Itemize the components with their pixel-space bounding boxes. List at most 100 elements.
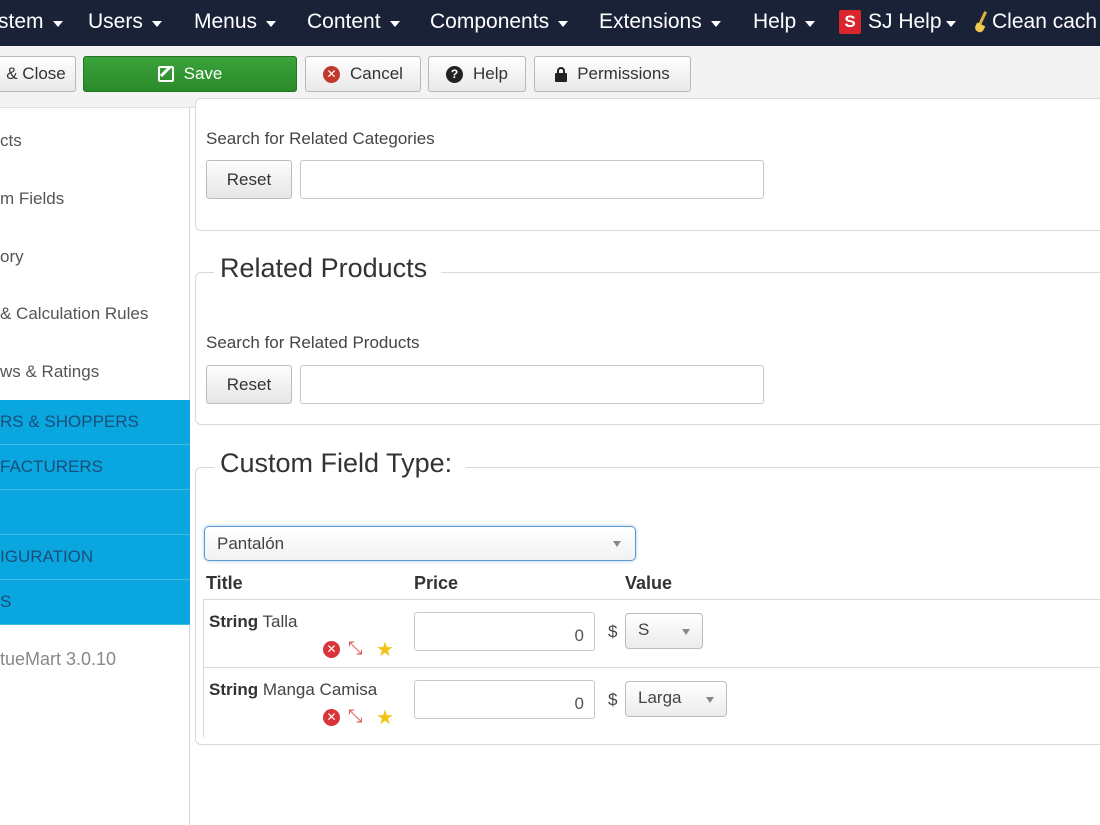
menu-components[interactable]: Components [430, 10, 569, 34]
menu-help-label: Help [753, 10, 797, 33]
table-row-title: String Manga Camisa [209, 680, 377, 700]
drag-handle-icon[interactable] [348, 706, 368, 727]
chevron-down-icon [710, 20, 721, 27]
custom-field-type-select[interactable]: Pantalón [204, 526, 636, 561]
column-header-title: Title [206, 573, 243, 593]
menu-sj-help-label: SJ Help [868, 10, 942, 33]
related-categories-label: Search for Related Categories [206, 129, 435, 148]
menu-users[interactable]: Users [88, 10, 162, 34]
sidebar-section-label: RS & SHOPPERS [0, 412, 139, 431]
value-select-label: Larga [638, 688, 682, 707]
currency-symbol: $ [608, 690, 618, 709]
related-products-heading: Related Products [214, 253, 442, 284]
custom-field-type-value: Pantalón [217, 533, 285, 553]
menu-extensions-label: Extensions [599, 10, 702, 33]
menu-users-label: Users [88, 10, 143, 33]
sidebar-section-label: FACTURERS [0, 457, 103, 476]
menu-content[interactable]: Content [307, 10, 400, 34]
sidebar-section-configuration[interactable]: IGURATION [0, 535, 190, 580]
save-close-button[interactable]: & Close [0, 56, 76, 92]
drag-handle-icon[interactable] [348, 638, 368, 659]
main-content: Search for Related Categories Reset Rela… [193, 98, 1100, 825]
menu-sj-help[interactable]: S SJ Help [839, 10, 956, 34]
field-type-label: String [209, 612, 259, 631]
chevron-down-icon [151, 20, 162, 27]
sidebar-item-calculation-rules[interactable]: & Calculation Rules [0, 304, 148, 324]
chevron-down-icon [389, 20, 400, 27]
menu-extensions[interactable]: Extensions [599, 10, 721, 34]
related-products-label: Search for Related Products [206, 333, 420, 352]
clean-cache-button[interactable]: Clean cach [975, 10, 1097, 34]
permissions-label: Permissions [577, 64, 670, 83]
star-icon[interactable]: ★ [376, 639, 394, 659]
chevron-down-icon [805, 20, 816, 27]
row-actions: ✕ ★ [323, 706, 394, 727]
broom-icon [975, 11, 989, 33]
sidebar-section-tools[interactable]: S [0, 580, 190, 625]
cancel-label: Cancel [350, 64, 403, 83]
menu-content-label: Content [307, 10, 381, 33]
related-products-search-input[interactable] [300, 365, 764, 404]
save-label: Save [183, 64, 223, 83]
chevron-down-icon [558, 20, 569, 27]
star-icon[interactable]: ★ [376, 707, 394, 727]
remove-icon[interactable]: ✕ [323, 708, 340, 726]
question-icon: ? [446, 65, 464, 83]
row-actions: ✕ ★ [323, 638, 394, 659]
chevron-down-icon [613, 541, 621, 547]
custom-field-heading: Custom Field Type: [214, 448, 467, 479]
sidebar-section-blank[interactable] [0, 490, 190, 535]
table-row-title: String Talla [209, 612, 298, 632]
sj-logo-icon: S [839, 10, 861, 34]
row-divider [203, 667, 1100, 668]
sidebar-section-shoppers[interactable]: RS & SHOPPERS [0, 400, 190, 445]
related-products-panel: Related Products Search for Related Prod… [195, 253, 1100, 425]
sidebar: cts m Fields ory & Calculation Rules ws … [0, 108, 190, 825]
sidebar-section-manufacturers[interactable]: FACTURERS [0, 445, 190, 490]
sidebar-item-custom-fields[interactable]: m Fields [0, 189, 64, 209]
help-button[interactable]: ? Help [428, 56, 526, 92]
menu-system[interactable]: stem [0, 10, 63, 34]
menu-menus[interactable]: Menus [194, 10, 277, 34]
sidebar-item-reviews[interactable]: ws & Ratings [0, 362, 99, 382]
chevron-down-icon [266, 20, 277, 27]
edit-icon [157, 66, 174, 82]
remove-icon[interactable]: ✕ [323, 640, 340, 658]
chevron-down-icon [52, 20, 63, 27]
sidebar-item-inventory[interactable]: ory [0, 247, 24, 267]
cancel-icon: ✕ [323, 65, 341, 83]
related-categories-search-input[interactable] [300, 160, 764, 199]
reset-products-button[interactable]: Reset [206, 365, 292, 404]
help-label: Help [473, 64, 508, 83]
price-input[interactable] [414, 612, 595, 651]
sidebar-item-products[interactable]: cts [0, 131, 22, 151]
currency-symbol: $ [608, 622, 618, 641]
column-header-value: Value [625, 573, 673, 593]
value-select[interactable]: Larga [625, 681, 727, 717]
chevron-down-icon [706, 697, 714, 703]
price-input[interactable] [414, 680, 595, 719]
sidebar-section-label: S [0, 592, 12, 611]
cancel-button[interactable]: ✕ Cancel [305, 56, 421, 92]
save-close-label: & Close [6, 64, 66, 83]
chevron-down-icon [945, 20, 956, 27]
menu-system-label: stem [0, 10, 44, 33]
reset-categories-button[interactable]: Reset [206, 160, 292, 199]
menu-menus-label: Menus [194, 10, 258, 33]
save-button[interactable]: Save [83, 56, 297, 92]
menu-help[interactable]: Help [753, 10, 816, 34]
version-text: tueMart 3.0.10 [0, 649, 117, 669]
menu-components-label: Components [430, 10, 550, 33]
field-type-label: String [209, 680, 259, 699]
permissions-button[interactable]: Permissions [534, 56, 691, 92]
sidebar-section-label: IGURATION [0, 547, 94, 566]
chevron-down-icon [682, 629, 690, 635]
clean-cache-label: Clean cach [992, 10, 1098, 33]
field-name-label: Talla [262, 612, 298, 631]
field-name-label: Manga Camisa [262, 680, 378, 699]
lock-icon [555, 66, 568, 82]
column-header-price: Price [414, 573, 459, 593]
top-navbar: stem Users Menus Content Components Exte… [0, 0, 1100, 46]
value-select[interactable]: S [625, 613, 703, 649]
related-categories-panel: Search for Related Categories Reset [195, 98, 1100, 231]
